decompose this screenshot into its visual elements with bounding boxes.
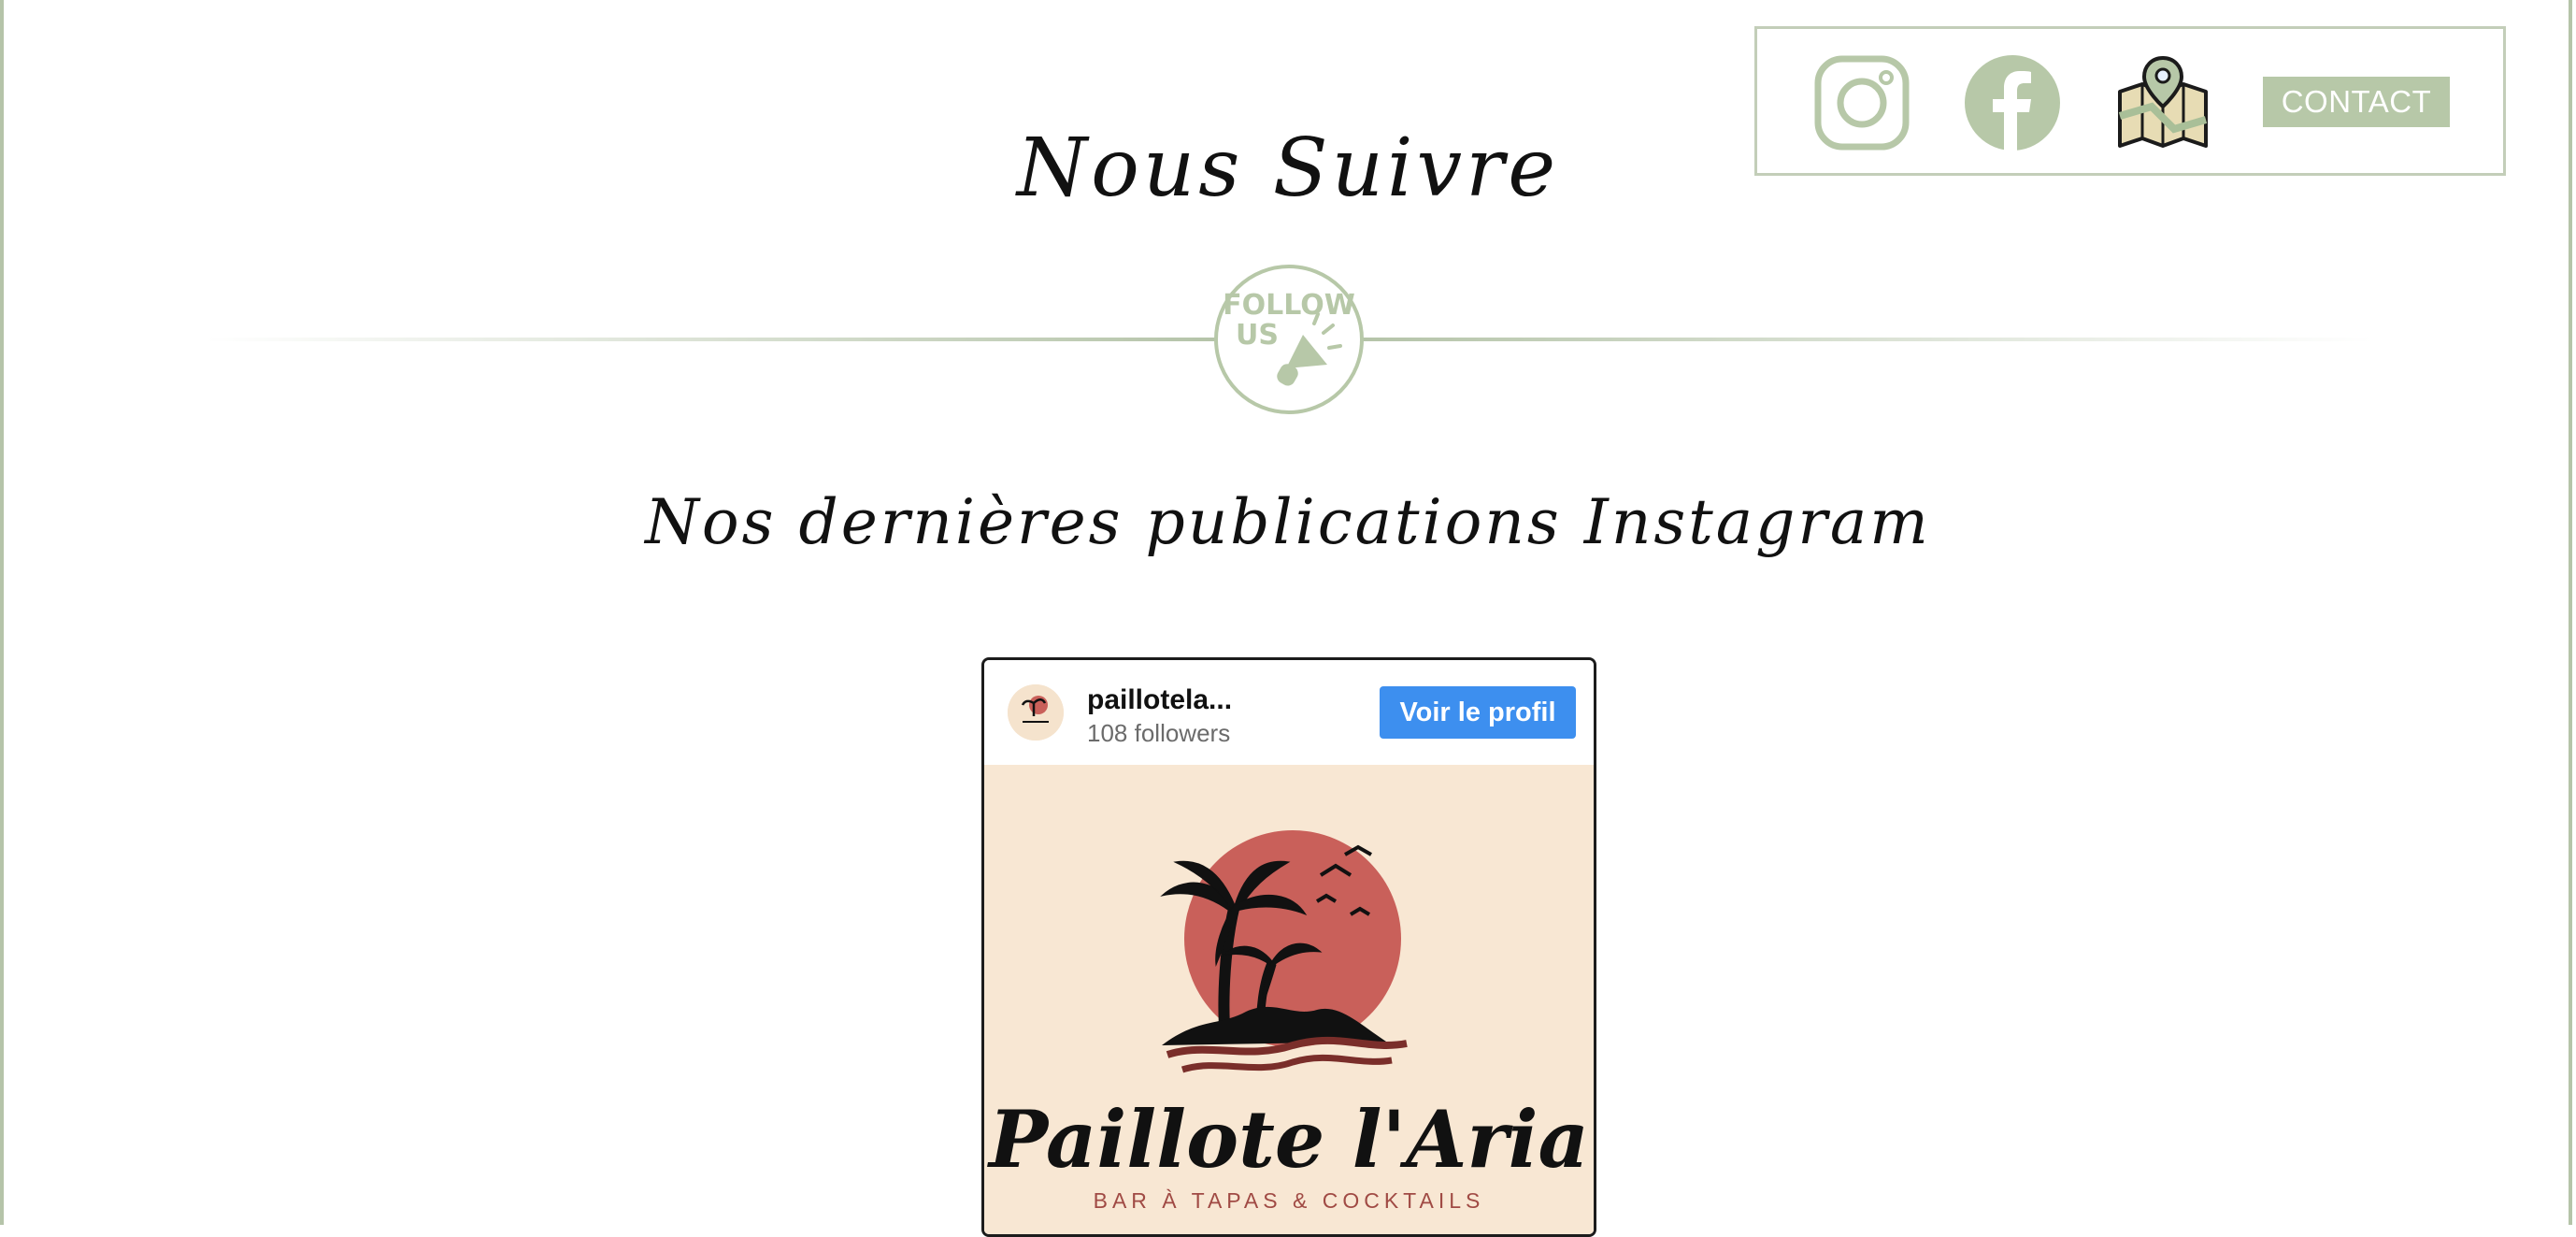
instagram-feed-widget: paillotela... 108 followers Voir le prof… — [981, 657, 1596, 1237]
follower-count: 108 followers — [1087, 719, 1231, 747]
badge-line1: FOLLOW — [1223, 289, 1355, 322]
divider-right — [1363, 338, 2372, 341]
contact-button[interactable]: CONTACT — [2263, 77, 2450, 127]
follow-us-badge-icon: FOLLOW US — [1213, 264, 1365, 415]
avatar[interactable] — [1008, 684, 1064, 741]
instagram-profile-header: paillotela... 108 followers Voir le prof… — [984, 660, 1594, 765]
instagram-section-title: Nos dernières publications Instagram — [645, 486, 1931, 558]
post-logo-tagline: BAR À TAPAS & COCKTAILS — [1094, 1188, 1485, 1213]
divider-left — [206, 338, 1215, 341]
instagram-username[interactable]: paillotela... — [1087, 684, 1232, 716]
post-logo-title: Paillote l'Aria — [987, 1093, 1589, 1186]
instagram-post-image[interactable]: Paillote l'Aria BAR À TAPAS & COCKTAILS — [984, 765, 1594, 1234]
view-profile-button[interactable]: Voir le profil — [1380, 686, 1576, 739]
page-title: Nous Suivre — [1016, 122, 1560, 215]
badge-line2: US — [1236, 319, 1279, 352]
